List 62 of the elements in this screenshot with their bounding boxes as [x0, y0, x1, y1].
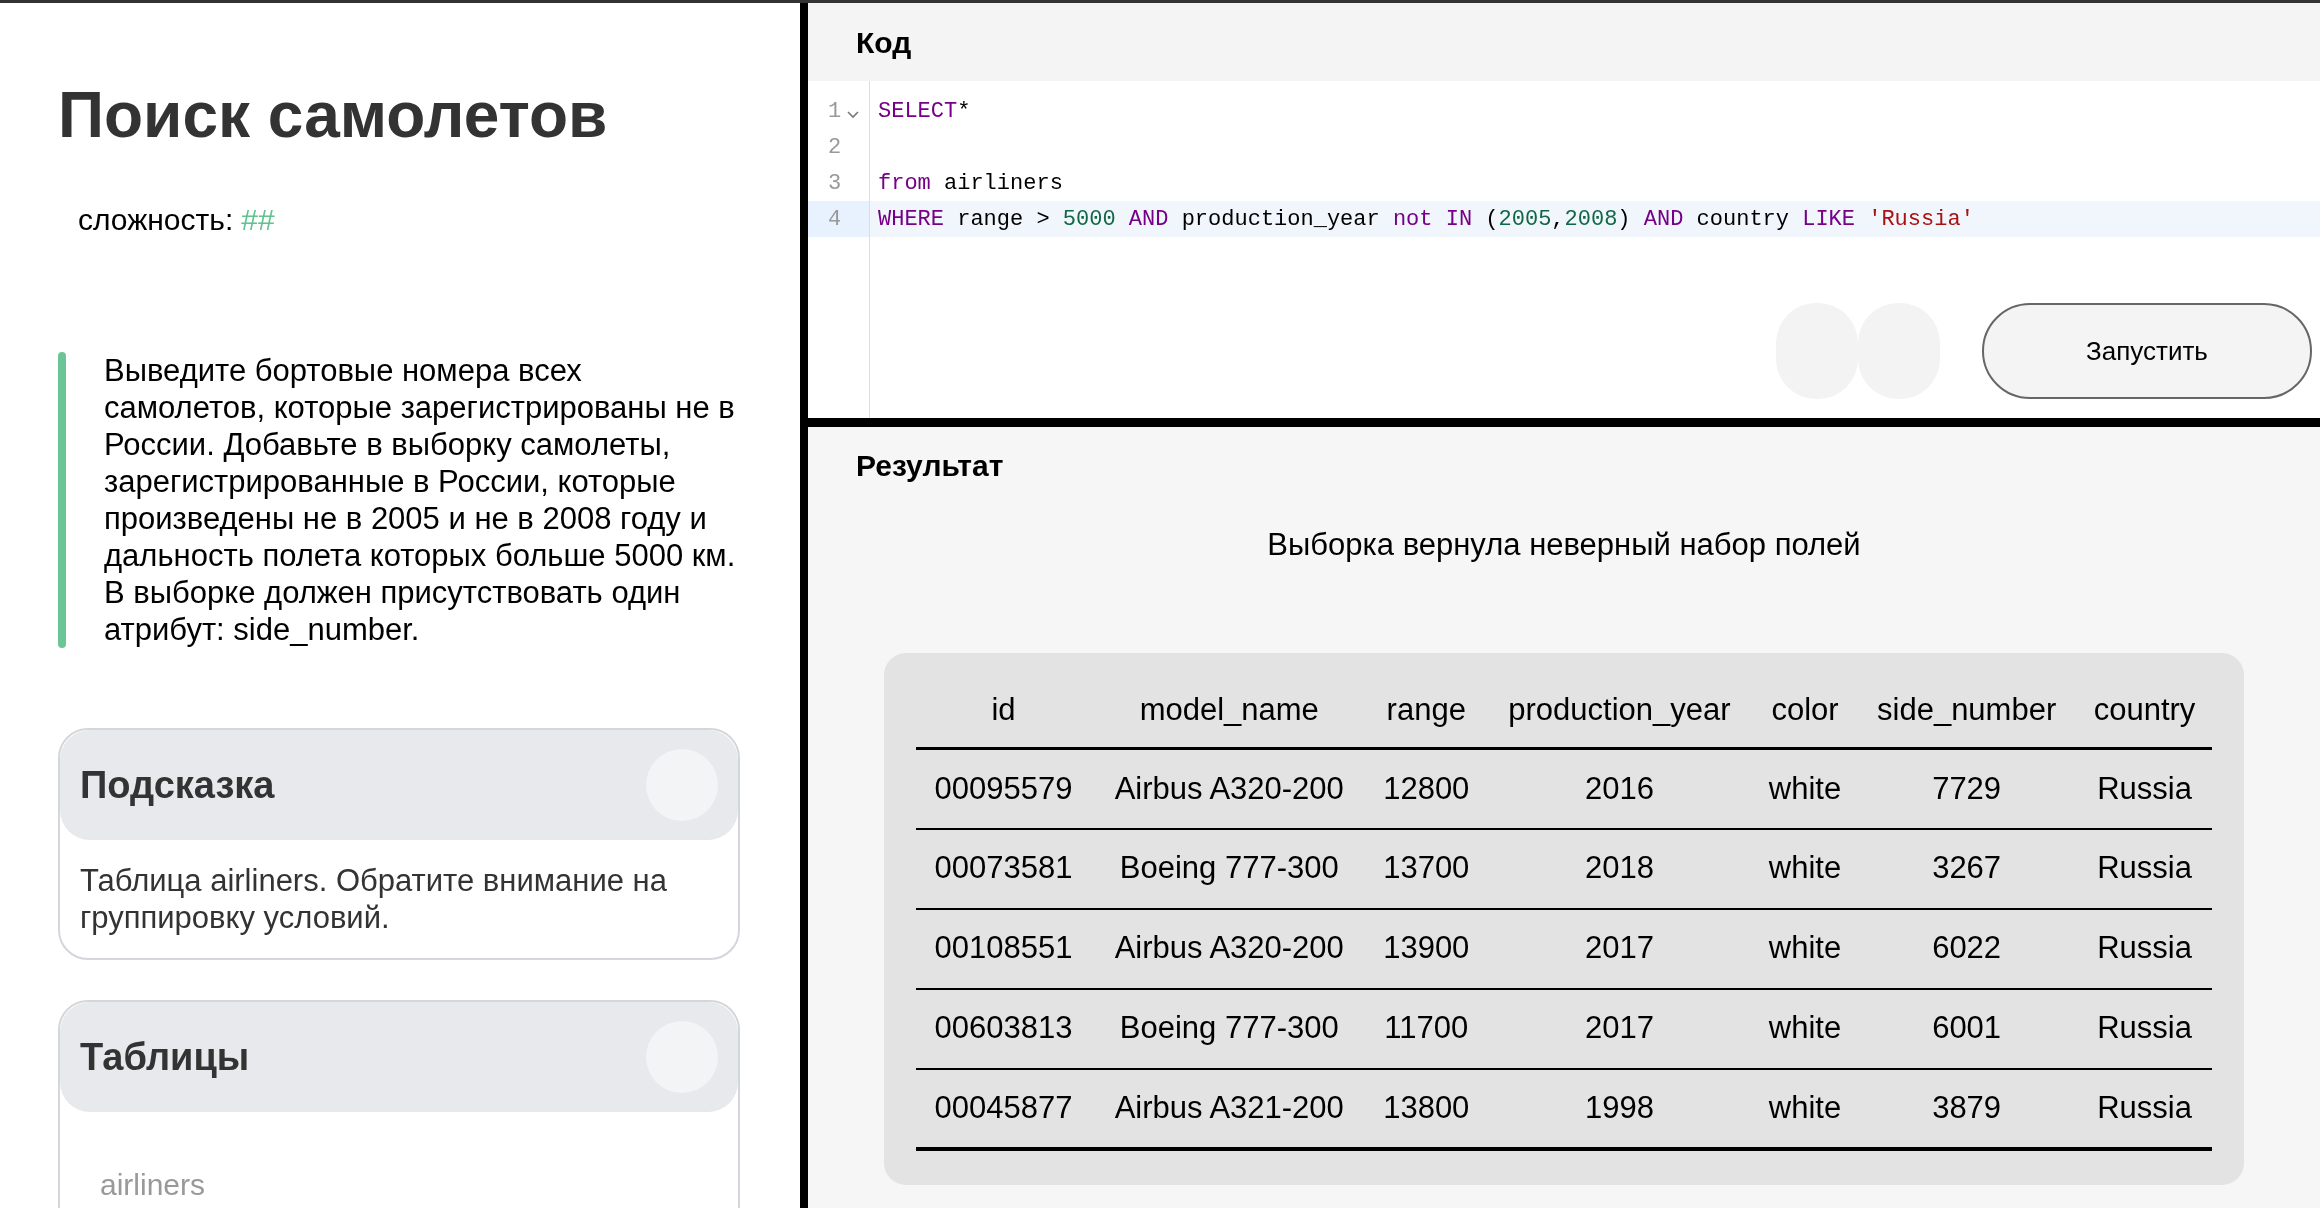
difficulty-label: сложность: [78, 202, 234, 238]
table-cell: 2016 [1485, 748, 1754, 829]
code-line: from airliners [878, 169, 1063, 198]
table-cell: 2018 [1485, 828, 1754, 909]
run-button[interactable]: Запустить [1982, 303, 2312, 399]
hint-text: Таблица airliners. Обратите внимание на группировку условий. [79, 862, 668, 937]
page-title: Поиск самолетов [58, 83, 609, 147]
line-number: 4 [828, 205, 842, 234]
table-cell: 00108551 [916, 908, 1092, 989]
table-cell: 00073581 [916, 828, 1092, 909]
table-cell: 00603813 [916, 988, 1092, 1069]
table-cell: 3879 [1856, 1068, 2078, 1149]
table-cell: white [1753, 908, 1857, 989]
table-cell: Russia [2077, 748, 2212, 829]
table-cell: 13900 [1367, 908, 1486, 989]
line-number: 3 [828, 169, 842, 198]
table-cell: 00095579 [916, 748, 1092, 829]
table-cell: white [1753, 988, 1857, 1069]
table-cell: 6001 [1856, 988, 2078, 1069]
table-cell: white [1753, 748, 1857, 829]
column-header: id [916, 672, 1092, 749]
table-cell: 00045877 [916, 1068, 1092, 1149]
table-cell: Airbus A320-200 [1091, 908, 1368, 989]
line-number: 2 [828, 133, 842, 162]
table-cell: Russia [2077, 1068, 2212, 1149]
result-title: Результат [856, 448, 1005, 484]
task-description: Выведите бортовые номера всех самолетов, которые зарегистрированы не в России. Добавьте в выборку самолеты, зарегистрированные в России, которые произведены не в 2005 и не в 2008 году и дальность полета которых больше 5000 км. В выборке должен присутствовать один атрибут: side_number. [104, 352, 737, 648]
editor-title: Код [856, 24, 912, 61]
column-header: range [1367, 672, 1486, 749]
line-number: 1 [828, 97, 842, 126]
table-cell: 13700 [1367, 828, 1486, 909]
table-cell: Airbus A320-200 [1091, 748, 1368, 829]
fold-icon[interactable] [847, 111, 860, 119]
table-cell: 11700 [1367, 988, 1486, 1069]
code-line: WHERE range > 5000 AND production_year not IN (2005,2008) AND country LIKE 'Russia' [878, 205, 1974, 234]
result-message: Выборка вернула неверный набор полей [1266, 526, 1862, 564]
column-header: country [2077, 672, 2212, 749]
table-cell: white [1753, 1068, 1857, 1149]
table-cell: 12800 [1367, 748, 1486, 829]
difficulty-marks: ## [241, 202, 275, 238]
table-cell: 3267 [1856, 828, 2078, 909]
card-header[interactable]: Таблицы [60, 1002, 738, 1112]
card-header[interactable]: Подсказка [60, 730, 738, 840]
code-editor[interactable]: 1 SELECT* 2 3 from airliners 4 WHERE range > 5000 AND production_year not IN (2005,2008) AND country LIKE 'Russia' Запустить [808, 81, 2320, 418]
table-cell: Boeing 777-300 [1091, 988, 1368, 1069]
table-cell: Boeing 777-300 [1091, 828, 1368, 909]
column-header: production_year [1485, 672, 1754, 749]
column-header: side_number [1856, 672, 2078, 749]
code-line: SELECT* [878, 97, 971, 126]
table-cell: 7729 [1856, 748, 2078, 829]
column-header: color [1753, 672, 1857, 749]
table-cell: Airbus A321-200 [1091, 1068, 1368, 1149]
table-cell: 2017 [1485, 908, 1754, 989]
table-cell: white [1753, 828, 1857, 909]
table-cell: 1998 [1485, 1068, 1754, 1149]
table-cell: 2017 [1485, 988, 1754, 1069]
table-cell: 6022 [1856, 908, 2078, 989]
table-cell: Russia [2077, 908, 2212, 989]
table-cell: Russia [2077, 828, 2212, 909]
table-cell: Russia [2077, 988, 2212, 1069]
column-header: model_name [1091, 672, 1368, 749]
table-cell: 13800 [1367, 1068, 1486, 1149]
